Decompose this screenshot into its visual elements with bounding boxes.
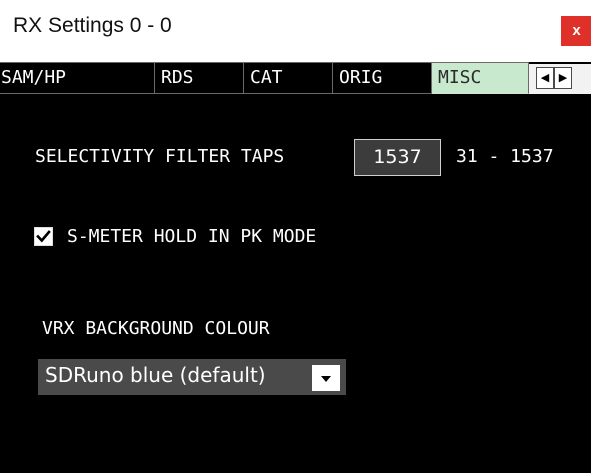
- vrx-background-colour-label: VRX BACKGROUND COLOUR: [42, 318, 270, 339]
- tab-orig[interactable]: ORIG: [333, 62, 432, 94]
- selectivity-filter-taps-input[interactable]: 1537: [354, 139, 441, 176]
- tab-scroll-left-button[interactable]: ◀: [536, 67, 554, 89]
- chevron-down-icon: [321, 376, 331, 382]
- dropdown-toggle-button[interactable]: [312, 365, 340, 391]
- vrx-background-colour-select[interactable]: SDRuno blue (default): [38, 359, 346, 395]
- smeter-hold-checkbox[interactable]: [34, 227, 53, 246]
- tab-scroll-right-button[interactable]: ▶: [554, 67, 572, 89]
- tab-scroll-buttons: ◀ ▶: [529, 64, 591, 94]
- tab-misc[interactable]: MISC: [432, 62, 529, 94]
- title-bar[interactable]: RX Settings 0 - 0 x: [0, 0, 591, 62]
- smeter-hold-label: S-METER HOLD IN PK MODE: [67, 226, 317, 247]
- tab-bar: SAM/HP RDS CAT ORIG MISC: [0, 62, 591, 94]
- tab-rds[interactable]: RDS: [155, 62, 244, 94]
- tab-bar-divider: [0, 93, 432, 94]
- checkmark-icon: [36, 230, 51, 243]
- selectivity-filter-taps-label: SELECTIVITY FILTER TAPS: [35, 146, 285, 167]
- tab-cat[interactable]: CAT: [244, 62, 333, 94]
- selectivity-filter-taps-range: 31 - 1537: [456, 146, 554, 167]
- vrx-background-colour-value: SDRuno blue (default): [45, 363, 266, 387]
- close-button[interactable]: x: [561, 16, 591, 46]
- tab-sam-hp[interactable]: SAM/HP: [0, 62, 155, 94]
- arrow-right-icon: ▶: [558, 71, 568, 84]
- rx-settings-window: RX Settings 0 - 0 x SAM/HP RDS CAT ORIG …: [0, 0, 591, 473]
- arrow-left-icon: ◀: [540, 71, 550, 84]
- window-title: RX Settings 0 - 0: [13, 14, 172, 37]
